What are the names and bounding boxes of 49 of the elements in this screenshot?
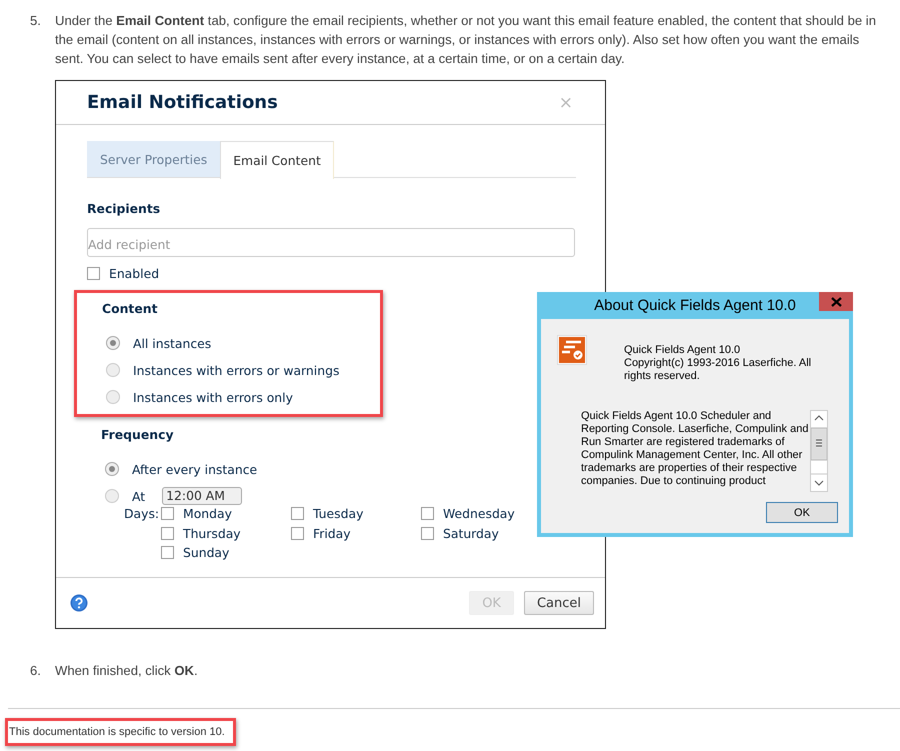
checkbox-label: Sunday [183, 544, 230, 560]
radio-button[interactable] [106, 363, 120, 377]
copyright-text: Copyright(c) 1993-2016 Laserfiche. All rights reserved. [624, 357, 812, 383]
days-label: Days: [124, 506, 160, 521]
checkbox[interactable] [161, 506, 174, 520]
step-number: 5. [30, 12, 42, 30]
tab[interactable]: Email Content [220, 141, 334, 179]
ok-button[interactable]: OK [766, 502, 838, 523]
instruction-text: When finished, click OK. [55, 662, 199, 680]
recipient-field[interactable]: Add recipient [87, 228, 575, 257]
close-button[interactable] [819, 292, 853, 311]
section-heading: Recipients [87, 201, 162, 216]
checkbox[interactable] [161, 526, 174, 540]
time-field[interactable]: 12:00 AM [162, 487, 242, 505]
checkbox[interactable] [87, 267, 100, 280]
checkbox[interactable] [421, 526, 434, 540]
checkbox-label: Enabled [109, 266, 160, 281]
checkbox-label: Wednesday [443, 506, 515, 520]
product-name: Quick Fields Agent 10.0 [624, 344, 742, 357]
radio-label: Instances with errors only [133, 390, 293, 404]
checkbox[interactable] [291, 526, 304, 540]
window-title: About Quick Fields Agent 10.0 [594, 299, 796, 312]
checkbox-label: Thursday [183, 526, 241, 540]
checkbox-label: Tuesday [313, 506, 364, 520]
close-icon [830, 296, 842, 306]
radio-label: Instances with errors or warnings [133, 362, 340, 378]
dialog-button[interactable]: Cancel [524, 591, 594, 615]
radio-button[interactable] [105, 462, 119, 476]
radio-label: All instances [133, 336, 212, 350]
radio-label: At [132, 488, 146, 504]
section-heading: Content [102, 301, 158, 316]
checkbox-label: Monday [183, 506, 232, 520]
radio-label: After every instance [132, 462, 258, 476]
radio-button[interactable] [105, 489, 119, 503]
checkbox-label: Saturday [443, 526, 499, 540]
checkbox[interactable] [161, 546, 174, 558]
checkbox-label: Friday [313, 526, 351, 540]
radio-button[interactable] [106, 390, 120, 404]
section-heading: Frequency [101, 427, 175, 442]
footer-note: This documentation is specific to version 10. [5, 718, 236, 746]
radio-button[interactable] [106, 336, 120, 350]
dialog-title: Email Notifications [87, 92, 278, 113]
app-icon [557, 335, 587, 365]
scrollbar[interactable] [810, 410, 828, 492]
checkbox[interactable] [291, 506, 304, 520]
step-number: 6. [30, 662, 42, 680]
help-icon[interactable] [70, 594, 88, 612]
checkbox[interactable] [421, 506, 434, 520]
instruction-text: Under the Email Content tab, configure the email recipients, whether or not you want this email feature enabled, the content that should be in the email (content on all instances, instances with errors or warnings, or instances with errors only). Also set how often you want the emails sent. You can select to have emails sent after every instance, at a certain time, or on a certain day. [55, 12, 878, 68]
